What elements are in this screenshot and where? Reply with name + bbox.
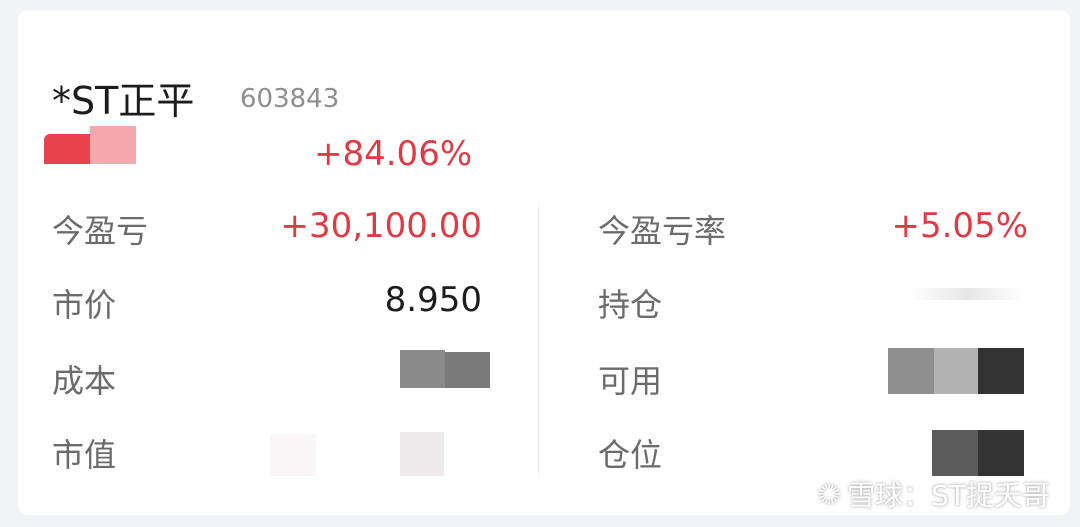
label-position-ratio: 仓位 — [598, 436, 663, 474]
redacted-cost — [400, 350, 490, 388]
xueqiu-logo-icon: ✺ — [817, 477, 842, 511]
label-market-value: 市值 — [52, 436, 117, 474]
redacted-price — [44, 126, 136, 164]
value-today-pnl: +30,100.00 — [280, 206, 482, 246]
label-cost: 成本 — [52, 362, 117, 400]
stock-code: 603843 — [240, 84, 340, 114]
redacted-available — [888, 348, 1024, 394]
redacted-position-ratio — [932, 430, 1024, 476]
column-divider — [538, 205, 539, 475]
label-today-pnl: 今盈亏 — [52, 212, 149, 250]
position-card[interactable]: *ST正平 603843 +84.06% 今盈亏 +30,100.00 今盈亏率… — [18, 10, 1070, 515]
label-available: 可用 — [598, 362, 663, 400]
stock-name: *ST正平 — [52, 79, 195, 123]
label-today-pnl-rate: 今盈亏率 — [598, 212, 727, 250]
value-today-pnl-rate: +5.05% — [891, 206, 1029, 246]
change-percent: +84.06% — [314, 134, 473, 174]
redacted-market-value — [270, 430, 480, 476]
value-market-price: 8.950 — [384, 280, 482, 320]
label-market-price: 市价 — [52, 286, 117, 324]
watermark-text: 雪球：ST捉夭哥 — [847, 479, 1050, 512]
label-holding: 持仓 — [598, 286, 663, 324]
watermark: ✺ 雪球：ST捉夭哥 — [818, 474, 1050, 514]
redacted-holding — [908, 288, 1026, 300]
